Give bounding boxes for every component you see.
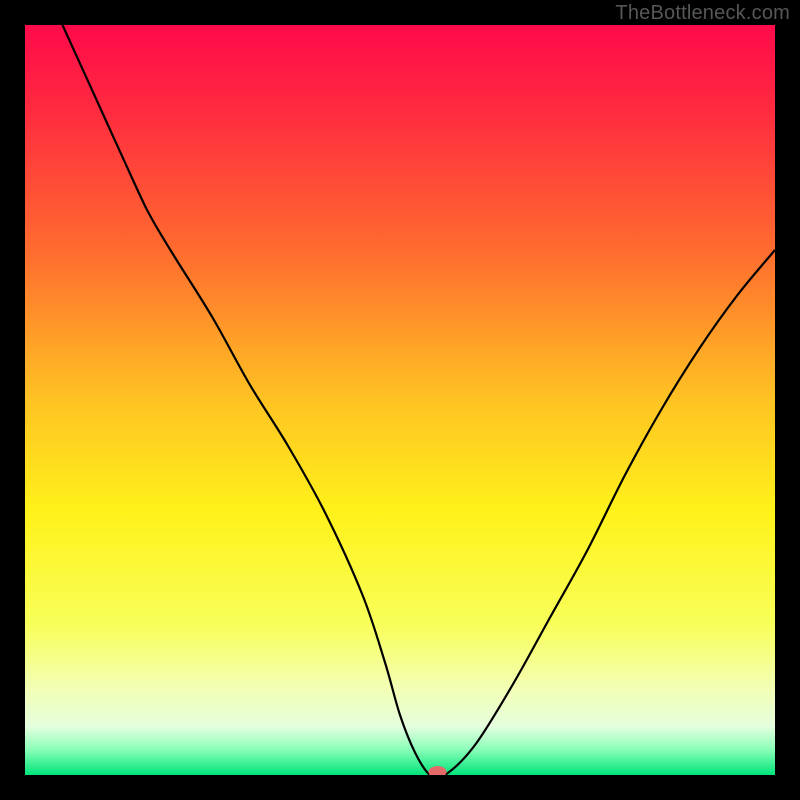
chart-frame: TheBottleneck.com (0, 0, 800, 800)
watermark-label: TheBottleneck.com (615, 2, 790, 25)
bottleneck-chart (25, 25, 775, 775)
gradient-background (25, 25, 775, 775)
